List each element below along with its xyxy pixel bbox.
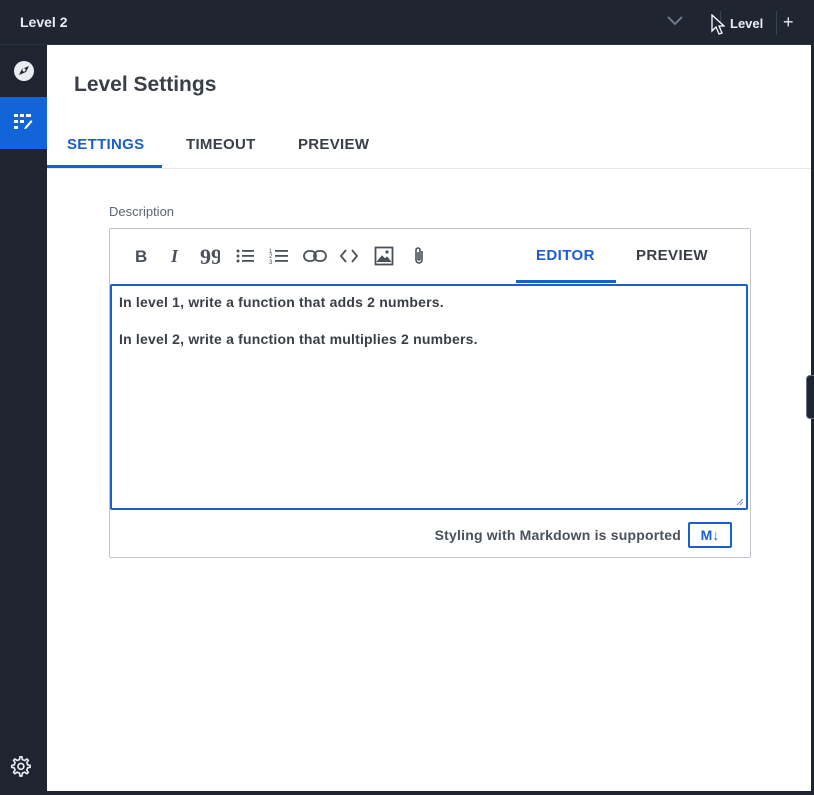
link-icon[interactable] — [303, 246, 327, 266]
quote-icon[interactable]: 99 — [200, 244, 222, 269]
window-bottom-border — [47, 791, 814, 795]
description-label: Description — [109, 204, 175, 219]
editor-toolbar: B I 99 1 2 3 EDITOR PREVIEW — [110, 229, 750, 284]
compass-icon — [14, 61, 34, 81]
numbered-list-icon[interactable]: 1 2 3 — [269, 246, 289, 266]
editor-tab-editor[interactable]: EDITOR — [536, 247, 595, 264]
editor-footer: Styling with Markdown is supported M↓ — [110, 512, 750, 557]
panel-title: Level Settings — [74, 73, 217, 96]
top-bar: Level 2 Level + — [0, 0, 812, 45]
level-title: Level 2 — [20, 14, 68, 30]
tab-timeout[interactable]: TIMEOUT — [186, 133, 256, 167]
description-textarea[interactable]: In level 1, write a function that adds 2… — [110, 284, 748, 510]
svg-text:99: 99 — [200, 246, 220, 266]
level-button[interactable]: Level + — [720, 11, 803, 35]
markdown-editor: B I 99 1 2 3 EDITOR PREVIEW In level 1, … — [109, 228, 751, 558]
markdown-badge[interactable]: M↓ — [688, 522, 732, 548]
description-line-1: In level 1, write a function that adds 2… — [119, 294, 444, 310]
levels-icon — [14, 114, 33, 129]
rail-item-explore[interactable] — [0, 45, 47, 97]
editor-tab-underline — [516, 280, 616, 283]
editor-tab-preview[interactable]: PREVIEW — [636, 247, 708, 264]
level-settings-panel: Level Settings SETTINGS TIMEOUT PREVIEW … — [46, 45, 811, 791]
tab-preview[interactable]: PREVIEW — [298, 133, 369, 167]
level-button-divider — [776, 11, 777, 35]
italic-icon[interactable]: I — [166, 246, 186, 266]
bold-icon[interactable]: B — [131, 246, 151, 266]
description-line-2: In level 2, write a function that multip… — [119, 331, 478, 347]
svg-text:3: 3 — [269, 260, 273, 266]
left-rail — [0, 45, 47, 795]
attachment-icon[interactable] — [409, 246, 429, 266]
image-icon[interactable] — [374, 246, 394, 266]
svg-text:B: B — [135, 247, 147, 266]
gear-icon[interactable] — [9, 755, 31, 777]
bullet-list-icon[interactable] — [235, 246, 255, 266]
level-button-label: Level — [730, 16, 764, 31]
code-icon[interactable] — [339, 246, 359, 266]
chevron-down-icon[interactable] — [666, 14, 684, 28]
resize-handle-icon[interactable] — [736, 498, 744, 506]
tab-settings[interactable]: SETTINGS — [46, 133, 163, 168]
settings-tabs: SETTINGS TIMEOUT PREVIEW — [46, 133, 811, 169]
add-level-button[interactable]: + — [783, 12, 794, 32]
panel-resize-handle[interactable] — [806, 375, 814, 419]
rail-item-levels[interactable] — [0, 97, 47, 149]
mouse-cursor-icon — [711, 14, 725, 35]
markdown-support-note: Styling with Markdown is supported — [434, 527, 681, 543]
svg-text:I: I — [170, 246, 179, 266]
